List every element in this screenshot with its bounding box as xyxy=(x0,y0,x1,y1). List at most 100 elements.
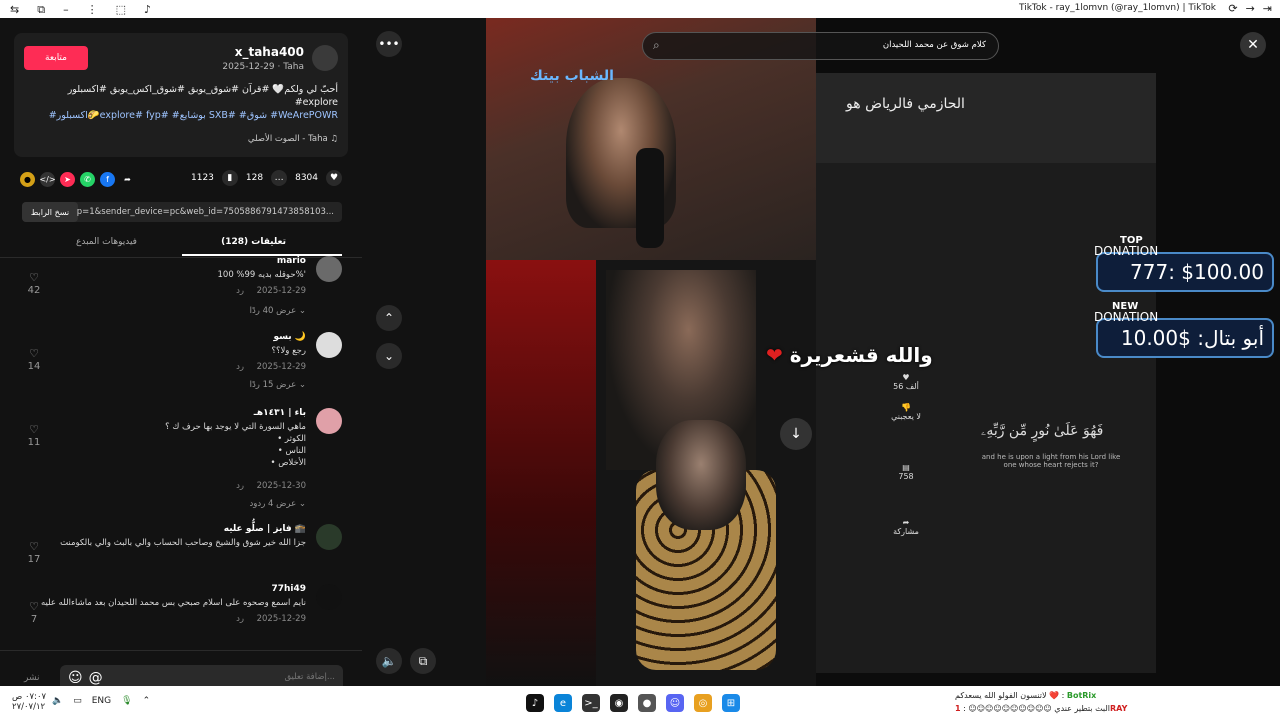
obs-app-icon[interactable]: ◉ xyxy=(610,694,628,712)
emoji-icon[interactable]: ☺ xyxy=(68,670,83,686)
post-url[interactable]: p=1&sender_device=pc&web_id=750588679147… xyxy=(77,207,334,217)
author-username[interactable]: x_taha400 xyxy=(235,45,304,59)
clock[interactable]: ٠٧:٠٧ ص ٢٧/٠٧/١٢ xyxy=(12,692,46,712)
miniplayer-icon: ⧉ xyxy=(418,653,428,668)
commenter-name[interactable]: بسو 🌙 xyxy=(273,332,306,342)
next-video-button[interactable]: ⌄ xyxy=(376,343,402,369)
restore-icon[interactable]: ⧉ xyxy=(37,4,45,15)
refresh-icon[interactable]: ⟳ xyxy=(1228,2,1237,15)
comments-count: 128 xyxy=(245,173,264,183)
inner-comment-icon: ▤ xyxy=(902,463,910,472)
view-replies-button[interactable]: عرض 40 ردًا ⌄ xyxy=(250,306,306,316)
tiktok-app-icon[interactable]: ♪ xyxy=(526,694,544,712)
inner-comment-count: 758 xyxy=(898,472,914,481)
view-replies-label: عرض 15 ردًا xyxy=(249,380,297,390)
facebook-icon[interactable]: f xyxy=(100,171,115,187)
search-bar: ⌕ xyxy=(642,32,999,60)
search-input[interactable] xyxy=(686,40,986,50)
mention-icon[interactable]: @ xyxy=(89,670,103,686)
commenter-avatar[interactable] xyxy=(316,584,342,610)
bookmark-icon[interactable]: ▮ xyxy=(221,170,238,186)
close-button[interactable]: ✕ xyxy=(1240,32,1266,58)
post-comment-button[interactable]: نشر xyxy=(24,673,40,683)
commenter-name[interactable]: mario xyxy=(277,256,306,266)
close-icon: ✕ xyxy=(1247,37,1259,53)
view-replies-button[interactable]: عرض 15 ردًا ⌄ xyxy=(250,380,306,390)
view-replies-button[interactable]: عرض 4 ردود ⌄ xyxy=(250,499,306,509)
recorder-app-icon[interactable]: ● xyxy=(638,694,656,712)
volume-button[interactable]: 🔈 xyxy=(376,648,402,674)
embed-icon[interactable]: </> xyxy=(39,171,56,187)
whatsapp-icon[interactable]: ✆ xyxy=(80,171,95,187)
author-avatar[interactable] xyxy=(312,45,338,71)
search-icon[interactable]: ⌕ xyxy=(653,38,660,53)
discord-app-icon[interactable]: ☺ xyxy=(666,694,684,712)
commenter-name[interactable]: فايز | صلُّو عليه 🕋 xyxy=(224,524,306,534)
exit-icon[interactable]: ⇥ xyxy=(1263,2,1272,15)
comment-item: mario حوقله بديه 99% 100%' 2025-12-29 رد… xyxy=(20,256,342,326)
commenter-avatar[interactable] xyxy=(316,408,342,434)
minimize-icon[interactable]: – xyxy=(63,4,69,15)
inner-likes: ♥ 56 ألف xyxy=(891,373,921,391)
comment-like-button[interactable]: ♡ 11 xyxy=(24,423,44,448)
reply-button[interactable]: رد xyxy=(236,286,244,296)
more-vertical-icon[interactable]: ⋮ xyxy=(87,4,98,15)
chrome-app-icon[interactable]: ◎ xyxy=(694,694,712,712)
commenter-avatar[interactable] xyxy=(316,256,342,282)
comment-date: 2025-12-30 xyxy=(256,481,306,491)
view-replies-label: عرض 40 ردًا xyxy=(249,306,297,316)
inner-dislike: 👎 لا يعجبني xyxy=(891,403,921,421)
sound-link[interactable]: الصوت الأصلي - Taha ♫ xyxy=(248,134,338,144)
reply-button[interactable]: رد xyxy=(236,481,244,491)
heart-icon[interactable]: ♥ xyxy=(326,170,342,186)
edge-app-icon[interactable]: e xyxy=(554,694,572,712)
post-description-line2[interactable]: #اكسبلور🌮explore# fyp# #بوشايع SXB# #شوق… xyxy=(28,109,338,122)
video-nav-column: ••• ⌃ ⌄ 🔈 ⧉ xyxy=(362,18,486,686)
post-description-line1: أحبّ لي ولكم🤍 #قرآن #شوق_يوبق #شوق_اكس_ي… xyxy=(67,84,338,108)
comment-like-count: 11 xyxy=(27,437,41,448)
miniplayer-button[interactable]: ⧉ xyxy=(410,648,436,674)
volume-icon[interactable]: 🔈 xyxy=(52,696,63,706)
forward-icon[interactable]: → xyxy=(1246,2,1255,15)
chevron-up-icon[interactable]: ⌃ xyxy=(143,696,151,706)
commenter-name[interactable]: باء | ١٤٣١هـ xyxy=(254,408,306,418)
comment-like-button[interactable]: ♡ 42 xyxy=(24,271,44,296)
commenter-avatar[interactable] xyxy=(316,332,342,358)
comment-like-button[interactable]: ♡ 17 xyxy=(24,540,44,565)
comment-like-button[interactable]: ♡ 14 xyxy=(24,347,44,372)
commenter-avatar[interactable] xyxy=(316,524,342,550)
language-indicator[interactable]: ENG xyxy=(92,696,111,706)
windows-start-icon[interactable]: ⊞ xyxy=(722,694,740,712)
new-donation-box: NEW DONATION أبو بتال: $10.00 xyxy=(1094,302,1274,358)
terminal-app-icon[interactable]: >_ xyxy=(582,694,600,712)
coin-icon[interactable]: ● xyxy=(20,171,35,187)
comment-input[interactable] xyxy=(135,672,335,682)
commenter-name[interactable]: 77hi49 xyxy=(271,584,306,594)
comment-list-item: • الكوثر xyxy=(277,434,306,444)
extensions-icon[interactable]: ⬚ xyxy=(116,4,126,15)
follow-button[interactable]: متابعة xyxy=(24,46,88,70)
comment-item: بسو 🌙 رجع ولا؟؟ 2025-12-29 رد عرض 15 ردً… xyxy=(20,332,342,402)
comment-item: فايز | صلُّو عليه 🕋 جزا الله خير شوق وال… xyxy=(20,524,342,580)
microphone-icon[interactable]: 🎙 xyxy=(121,696,132,706)
comment-icon[interactable]: … xyxy=(271,170,288,186)
display-icon[interactable]: ▭ xyxy=(73,696,82,706)
speaker-icon: 🔈 xyxy=(381,654,397,668)
share-icon[interactable]: ➦ xyxy=(120,172,135,187)
likes-count: 8304 xyxy=(295,173,318,183)
reply-button[interactable]: رد xyxy=(236,362,244,372)
saves-count: 1123 xyxy=(191,173,214,183)
comment-list-item: • الأخلاص xyxy=(270,458,306,468)
copy-link-button[interactable]: نسخ الرابط xyxy=(22,202,78,222)
comment-like-button[interactable]: ♡ 7 xyxy=(24,600,44,625)
reply-button[interactable]: رد xyxy=(236,614,244,624)
tab-creator-videos[interactable]: فيديوهات المبدع xyxy=(76,237,137,247)
send-icon[interactable]: ➤ xyxy=(60,171,75,187)
previous-video-button[interactable]: ⌃ xyxy=(376,305,402,331)
tab-comments[interactable]: (128) تعليقات xyxy=(221,237,286,247)
new-donation-label-2: DONATION xyxy=(1094,310,1159,324)
new-donation-value: أبو بتال: $10.00 xyxy=(1120,326,1264,350)
back-icon[interactable]: ⇆ xyxy=(10,4,19,15)
more-options-button[interactable]: ••• xyxy=(376,31,402,57)
video-player[interactable]: الشباب بيتك الحازمي فالرياض هو ❤ والله ق… xyxy=(486,18,1280,686)
